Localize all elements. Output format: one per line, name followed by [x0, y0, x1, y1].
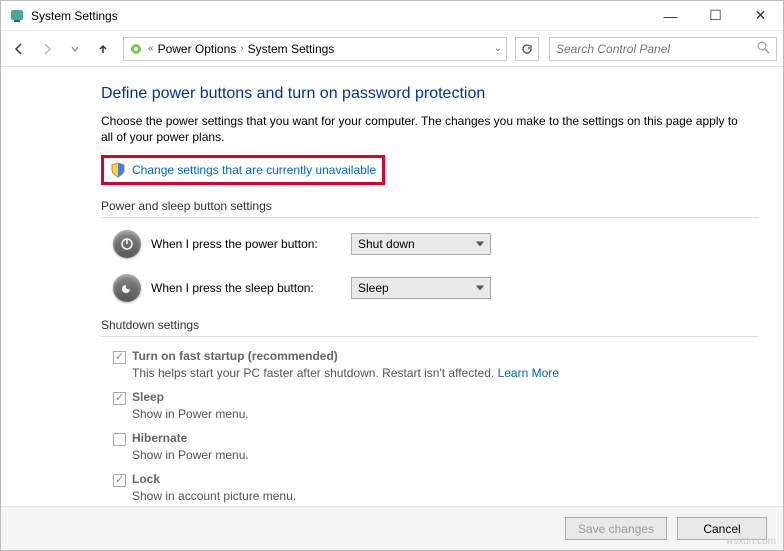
search-box[interactable] [549, 37, 777, 61]
watermark: wsxdn.com [726, 536, 776, 547]
hibernate-checkbox[interactable] [113, 433, 126, 446]
content-area: Define power buttons and turn on passwor… [1, 67, 783, 506]
lock-checkbox[interactable] [113, 474, 126, 487]
change-settings-link[interactable]: Change settings that are currently unava… [132, 163, 376, 177]
hibernate-sub: Show in Power menu. [132, 448, 759, 462]
window-title: System Settings [31, 9, 648, 23]
breadcrumb-item-power-options[interactable]: Power Options [158, 42, 237, 56]
page-description: Choose the power settings that you want … [101, 113, 741, 145]
save-button[interactable]: Save changes [565, 517, 667, 540]
sleep-button-value: Sleep [358, 281, 389, 295]
learn-more-link[interactable]: Learn More [498, 366, 559, 380]
sleep-label: Sleep [132, 390, 164, 404]
power-options-icon [128, 41, 144, 57]
fast-startup-label: Turn on fast startup (recommended) [132, 349, 338, 363]
lock-label: Lock [132, 472, 160, 486]
search-input[interactable] [556, 42, 757, 56]
sleep-button-select[interactable]: Sleep [351, 277, 491, 299]
lock-sub: Show in account picture menu. [132, 489, 759, 503]
breadcrumb[interactable]: « Power Options › System Settings ⌄ [123, 37, 507, 61]
chevron-right-icon: › [240, 43, 243, 54]
sleep-button-row: When I press the sleep button: Sleep [113, 274, 759, 302]
change-settings-row: Change settings that are currently unava… [101, 155, 385, 185]
fast-startup-checkbox[interactable] [113, 351, 126, 364]
power-button-select[interactable]: Shut down [351, 233, 491, 255]
breadcrumb-sep: « [148, 43, 154, 54]
power-icon [113, 230, 141, 258]
chevron-down-icon[interactable]: ⌄ [494, 43, 502, 54]
breadcrumb-item-system-settings[interactable]: System Settings [248, 42, 335, 56]
sleep-checkbox[interactable] [113, 392, 126, 405]
shutdown-settings-header: Shutdown settings [101, 318, 759, 337]
titlebar: System Settings — ☐ ✕ [1, 1, 783, 31]
power-button-label: When I press the power button: [151, 237, 341, 251]
history-dropdown[interactable] [63, 37, 87, 61]
page-heading: Define power buttons and turn on passwor… [101, 85, 759, 103]
minimize-button[interactable]: — [648, 1, 693, 30]
close-button[interactable]: ✕ [738, 1, 783, 30]
navbar: « Power Options › System Settings ⌄ [1, 31, 783, 67]
back-button[interactable] [7, 37, 31, 61]
maximize-button[interactable]: ☐ [693, 1, 738, 30]
sleep-icon [113, 274, 141, 302]
hibernate-label: Hibernate [132, 431, 187, 445]
power-button-row: When I press the power button: Shut down [113, 230, 759, 258]
refresh-button[interactable] [515, 37, 539, 61]
app-icon [9, 8, 25, 24]
shield-icon [110, 162, 126, 178]
button-settings-header: Power and sleep button settings [101, 199, 759, 218]
sleep-button-label: When I press the sleep button: [151, 281, 341, 295]
search-icon [757, 41, 770, 57]
sleep-sub: Show in Power menu. [132, 407, 759, 421]
power-button-value: Shut down [358, 237, 415, 251]
footer: Save changes Cancel [1, 506, 783, 550]
up-button[interactable] [91, 37, 115, 61]
forward-button[interactable] [35, 37, 59, 61]
fast-startup-sub: This helps start your PC faster after sh… [132, 366, 759, 380]
